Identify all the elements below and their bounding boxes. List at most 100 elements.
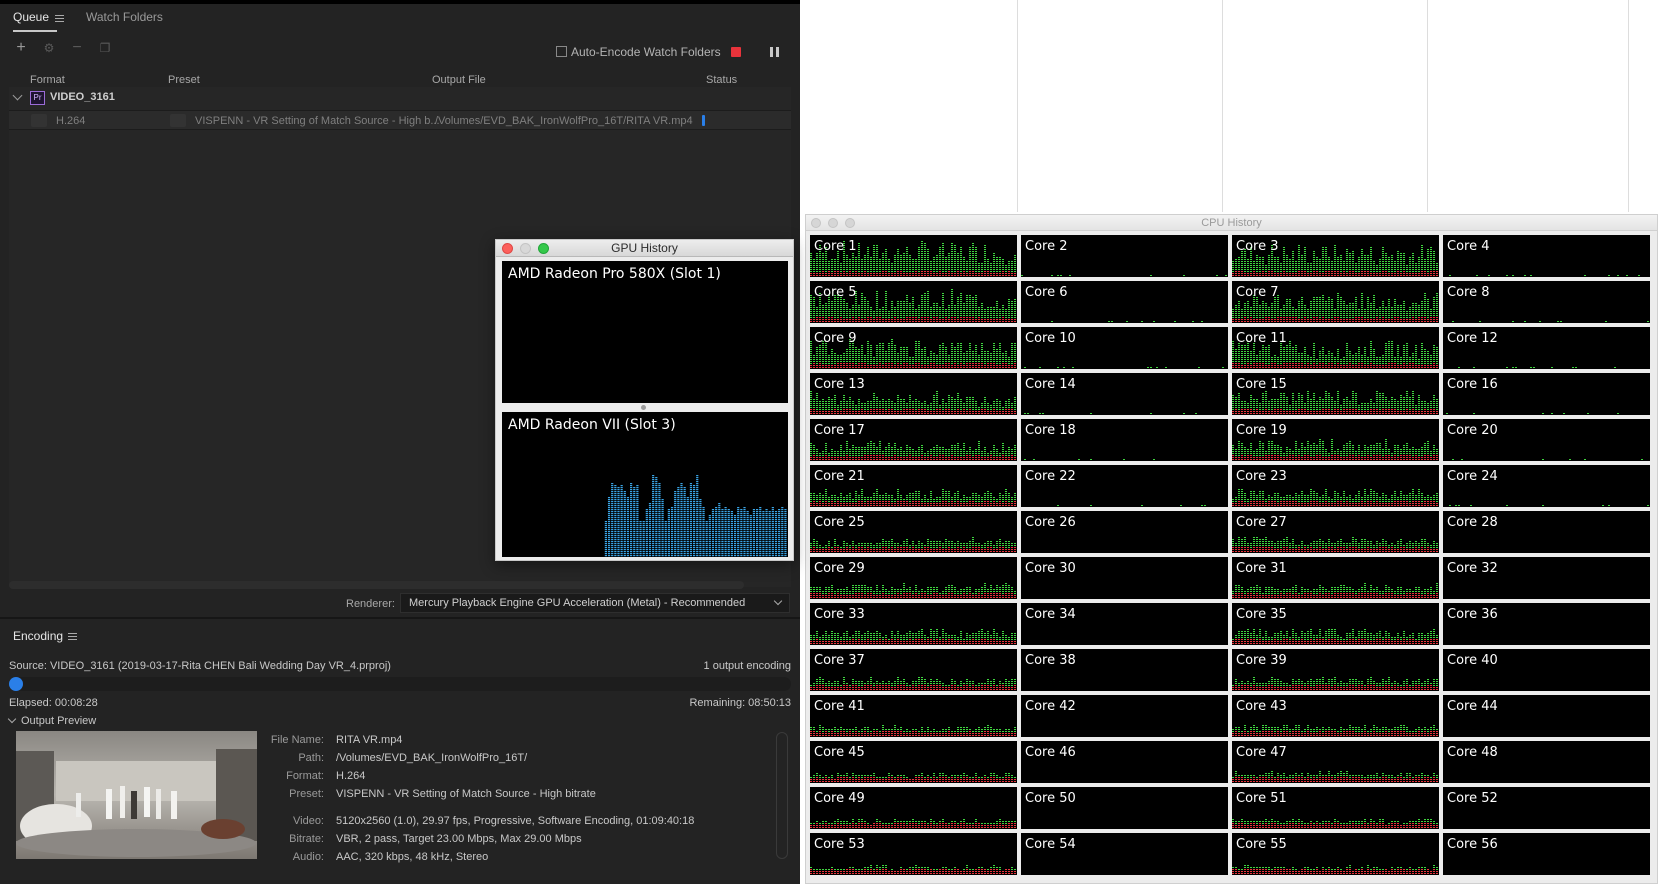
user-load-segment	[996, 357, 998, 358]
user-load-segment	[927, 267, 929, 268]
auto-encode-checkbox[interactable]: Auto-Encode Watch Folders	[556, 45, 721, 59]
user-load-segment	[942, 269, 944, 270]
tab-queue[interactable]: Queue	[13, 10, 49, 24]
format-dropdown[interactable]	[31, 114, 47, 127]
user-load-segment	[1014, 261, 1016, 262]
minimize-window-icon[interactable]	[828, 218, 838, 228]
system-load-segment	[957, 319, 959, 320]
user-load-segment	[1524, 321, 1526, 322]
item-output-file[interactable]: /Volumes/EVD_BAK_IronWolfPro_16T/RITA VR…	[435, 115, 693, 127]
user-load-segment	[1331, 311, 1333, 312]
user-load-segment	[903, 355, 905, 356]
system-load-segment	[885, 363, 887, 364]
output-preview-toggle[interactable]: Output Preview	[7, 714, 96, 727]
user-load-segment	[1334, 269, 1336, 270]
user-load-segment	[1433, 267, 1435, 268]
user-load-segment	[861, 405, 863, 406]
preset-dropdown[interactable]	[170, 114, 186, 127]
remove-icon[interactable]: −	[69, 40, 85, 56]
item-preset[interactable]: VISPENN - VR Setting of Match Source - H…	[195, 115, 440, 127]
user-load-segment	[891, 313, 893, 314]
user-load-segment	[1274, 305, 1276, 306]
vertical-scrollbar[interactable]	[776, 732, 788, 859]
user-load-segment	[1388, 309, 1390, 310]
user-load-segment	[822, 407, 824, 408]
chevron-down-icon[interactable]	[12, 90, 23, 101]
renderer-select[interactable]: Mercury Playback Engine GPU Acceleration…	[400, 593, 790, 613]
zoom-window-icon[interactable]	[845, 218, 855, 228]
user-load-segment	[1002, 263, 1004, 264]
user-load-segment	[1433, 311, 1435, 312]
user-load-segment	[942, 309, 944, 310]
stop-queue-button[interactable]	[731, 47, 741, 57]
user-load-segment	[891, 401, 893, 402]
user-load-segment	[906, 297, 908, 298]
user-load-segment	[1298, 303, 1300, 304]
user-load-segment	[1403, 309, 1405, 310]
user-load-segment	[1289, 303, 1291, 304]
user-load-segment	[954, 247, 956, 248]
tab-encoding[interactable]: Encoding	[13, 629, 63, 643]
queue-item-row[interactable]: H.264 VISPENN - VR Setting of Match Sour…	[9, 110, 791, 130]
close-window-icon[interactable]	[811, 218, 821, 228]
system-load-segment	[924, 271, 926, 272]
item-format[interactable]: H.264	[56, 115, 85, 127]
user-load-segment	[1346, 269, 1348, 270]
system-load-segment	[882, 411, 884, 412]
system-load-segment	[936, 409, 938, 410]
panel-menu-icon[interactable]	[55, 15, 64, 22]
user-load-segment	[822, 349, 824, 350]
settings-sliders-icon[interactable]: ⚙	[41, 40, 57, 56]
user-load-segment	[1235, 361, 1237, 362]
user-load-segment	[879, 401, 881, 402]
user-load-segment	[975, 253, 977, 254]
horizontal-scrollbar[interactable]	[9, 581, 744, 589]
cpu-history-titlebar[interactable]: CPU History	[806, 215, 1657, 231]
panel-menu-icon[interactable]	[68, 633, 77, 640]
user-load-segment	[810, 341, 812, 342]
tab-watch-folders[interactable]: Watch Folders	[86, 10, 163, 24]
user-load-segment	[1298, 265, 1300, 266]
column-preset[interactable]: Preset	[168, 74, 200, 86]
column-format[interactable]: Format	[30, 74, 65, 86]
system-load-segment	[1298, 367, 1300, 368]
system-load-segment	[1011, 319, 1013, 320]
system-load-segment	[1325, 275, 1327, 276]
system-load-segment	[1295, 275, 1297, 276]
user-load-segment	[891, 307, 893, 308]
column-output-file[interactable]: Output File	[432, 74, 486, 86]
checkbox-icon[interactable]	[556, 46, 567, 57]
duplicate-icon[interactable]: ❐	[97, 40, 113, 56]
system-load-segment	[822, 321, 824, 322]
system-load-segment	[966, 319, 968, 320]
user-load-segment	[900, 259, 902, 260]
user-load-segment	[909, 263, 911, 264]
system-load-segment	[1262, 319, 1264, 320]
user-load-segment	[870, 353, 872, 354]
user-load-segment	[993, 317, 995, 318]
user-load-segment	[1259, 315, 1261, 316]
user-load-segment	[816, 393, 818, 394]
system-load-segment	[906, 275, 908, 276]
user-load-segment	[948, 309, 950, 310]
user-load-segment	[1307, 263, 1309, 264]
user-load-segment	[1014, 303, 1016, 304]
queue-group-row[interactable]: Pr VIDEO_3161	[9, 87, 791, 109]
system-load-segment	[1238, 275, 1240, 276]
add-source-icon[interactable]: +	[13, 40, 29, 56]
system-load-segment	[1337, 317, 1339, 318]
system-load-segment	[867, 413, 869, 414]
column-status[interactable]: Status	[706, 74, 737, 86]
user-load-segment	[1388, 341, 1390, 342]
user-load-segment	[1304, 351, 1306, 352]
user-load-segment	[948, 403, 950, 404]
user-load-segment	[1271, 255, 1273, 256]
user-load-segment	[1256, 357, 1258, 358]
system-load-segment	[993, 321, 995, 322]
user-load-segment	[1262, 305, 1264, 306]
system-load-segment	[1337, 321, 1339, 322]
user-load-segment	[834, 407, 836, 408]
user-load-segment	[960, 259, 962, 260]
system-load-segment	[1394, 275, 1396, 276]
pause-queue-button[interactable]	[770, 47, 779, 57]
